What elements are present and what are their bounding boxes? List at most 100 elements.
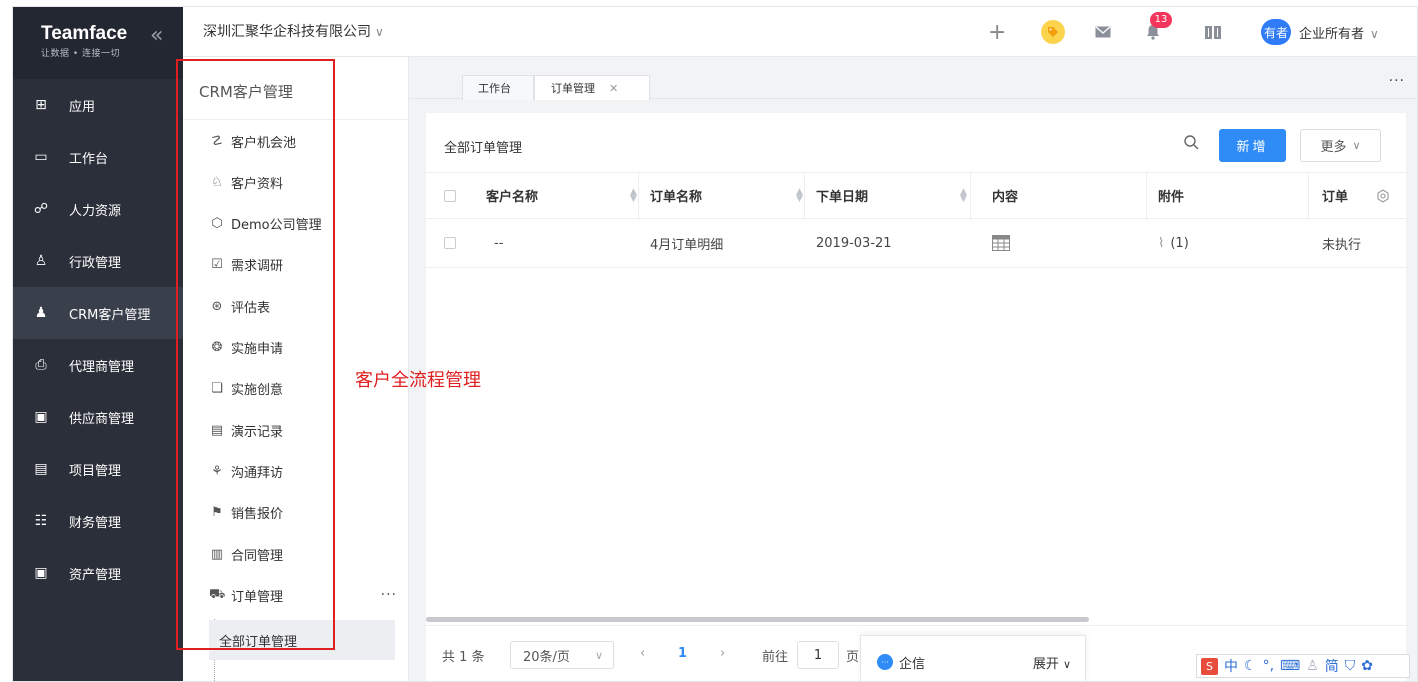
goto-label: 前往 (762, 650, 789, 665)
nav-item-label: 财务管理 (69, 515, 122, 531)
nav-item-2[interactable]: ☍ 人力资源 (13, 183, 183, 235)
column-header-customer[interactable]: 客户名称 ▲ ▼ (486, 173, 637, 218)
search-icon[interactable] (1184, 135, 1199, 154)
subnav-item-1[interactable]: ♘ 客户资料 (183, 162, 409, 202)
subnav-item-4[interactable]: ⊛ 评估表 (183, 286, 409, 326)
column-header-status[interactable]: 订单 (1322, 173, 1356, 218)
tab-bar: 工作台 订单管理 ✕ ··· (410, 57, 1417, 100)
people-icon: ☍ (33, 201, 49, 217)
tag-icon[interactable] (1041, 19, 1065, 45)
horizontal-scrollbar[interactable] (426, 617, 1089, 622)
brand: Teamface 让数据 • 连接一切 « (13, 7, 183, 79)
notification-badge: 13 (1150, 12, 1172, 28)
subnav-item-label: 实施创意 (231, 383, 284, 399)
column-label: 订单名称 (650, 190, 703, 205)
sort-icon[interactable]: ▲ ▼ (796, 187, 803, 203)
new-button[interactable]: 新增 (1219, 129, 1286, 162)
ime-lang-label[interactable]: 中 (1224, 656, 1238, 676)
expand-button[interactable]: 展开 ∨ (1033, 653, 1071, 672)
ime-toolbar[interactable]: S 中 ☾ °, ⌨ ♙ 简 ⛉ ✿ (1196, 654, 1410, 678)
chevron-down-icon: ∨ (375, 25, 384, 39)
column-label: 下单日期 (816, 190, 869, 205)
cell-date: 2019-03-21 (816, 235, 892, 251)
book-icon[interactable] (1205, 19, 1221, 45)
page-size-select[interactable]: 20条/页 ∨ (510, 641, 614, 669)
nav-item-7[interactable]: ▤ 项目管理 (13, 443, 183, 495)
skin-icon[interactable]: ⛉ (1345, 658, 1356, 674)
nav-item-9[interactable]: ▣ 资产管理 (13, 547, 183, 599)
more-button-label: 更多 (1320, 140, 1347, 155)
column-header-date[interactable]: 下单日期 ▲ ▼ (816, 173, 967, 218)
table-icon[interactable] (992, 219, 1010, 267)
next-page-icon[interactable]: › (720, 646, 725, 661)
mail-icon[interactable] (1095, 19, 1111, 45)
punctuation-icon[interactable]: °, (1263, 658, 1274, 674)
subnav-item-11[interactable]: ⛟ 订单管理 ··· (183, 575, 409, 615)
table-row[interactable]: -- 4月订单明细 2019-03-21 ⌇ (1) 未执行 (426, 219, 1406, 268)
subnav-item-label: 沟通拜访 (231, 465, 284, 481)
keyboard-icon[interactable]: ⌨ (1280, 658, 1300, 674)
subnav-item-7[interactable]: ▤ 演示记录 (183, 410, 409, 450)
subnav-item-9[interactable]: ⚑ 销售报价 (183, 493, 409, 533)
subnav-item-2[interactable]: ⬡ Demo公司管理 (183, 204, 409, 244)
nav-item-5[interactable]: ⎙ 代理商管理 (13, 339, 183, 391)
subnav-item-5[interactable]: ❂ 实施申请 (183, 328, 409, 368)
column-header-order-name[interactable]: 订单名称 ▲ ▼ (650, 173, 803, 218)
more-button[interactable]: 更多 ∨ (1300, 129, 1381, 162)
nav-item-label: 资产管理 (69, 567, 122, 583)
subnav-item-10[interactable]: ▥ 合同管理 (183, 534, 409, 574)
prev-page-icon[interactable]: ‹ (640, 646, 645, 661)
sort-icon[interactable]: ▲ ▼ (630, 187, 637, 203)
company-switcher[interactable]: 深圳汇聚华企科技有限公司 ∨ (203, 21, 384, 41)
more-icon[interactable]: ··· (381, 587, 397, 603)
avatar[interactable]: 有者 (1261, 19, 1291, 45)
sogou-icon[interactable]: S (1201, 657, 1218, 675)
subnav-item-icon: ▤ (210, 422, 224, 438)
subnav-item-3[interactable]: ☑ 需求调研 (183, 245, 409, 285)
close-icon[interactable]: ✕ (609, 82, 618, 95)
plus-icon[interactable]: + (988, 19, 1006, 45)
goto-page-input[interactable]: 1 (797, 641, 839, 669)
attachment-count: (1) (1170, 235, 1189, 251)
cell-customer: -- (494, 235, 504, 251)
nav-item-6[interactable]: ▣ 供应商管理 (13, 391, 183, 443)
column-header-content[interactable]: 内容 (992, 173, 1018, 218)
more-icon[interactable]: ··· (1389, 73, 1405, 89)
attachment-link[interactable]: ⌇ (1) (1158, 219, 1189, 267)
moon-icon[interactable]: ☾ (1244, 658, 1257, 674)
cell-order-name[interactable]: 4月订单明细 (650, 219, 723, 267)
nav-item-1[interactable]: ▭ 工作台 (13, 131, 183, 183)
ime-simplified-label[interactable]: 简 (1325, 656, 1339, 676)
page-number[interactable]: 1 (678, 646, 687, 661)
collapse-icon[interactable]: « (150, 25, 163, 47)
person-icon[interactable]: ♙ (1306, 658, 1319, 674)
user-menu[interactable]: 企业所有者 ∨ (1299, 23, 1379, 42)
nav-item-8[interactable]: ☷ 财务管理 (13, 495, 183, 547)
subnav-item-label: 销售报价 (231, 507, 284, 523)
row-checkbox[interactable] (444, 219, 456, 267)
nav-item-3[interactable]: ♙ 行政管理 (13, 235, 183, 287)
page-size-value: 20条/页 (523, 649, 570, 665)
nav-item-label: CRM客户管理 (69, 307, 151, 323)
subnav-item-0[interactable]: ☡ 客户机会池 (183, 121, 409, 161)
column-label: 订单 (1322, 190, 1349, 205)
subnav-item-label: 演示记录 (231, 424, 284, 440)
bell-icon[interactable]: 13 (1138, 12, 1172, 45)
admin-icon: ♙ (34, 253, 48, 269)
tab-workbench[interactable]: 工作台 (462, 75, 534, 100)
column-label: 内容 (992, 190, 1019, 205)
sort-icon[interactable]: ▲ ▼ (960, 187, 967, 203)
logo: Teamface (41, 23, 128, 44)
subnav-item-label: 评估表 (231, 300, 271, 316)
settings-icon[interactable]: ✿ (1361, 658, 1373, 674)
qixin-chat-bar[interactable]: ··· 企信 展开 ∨ (860, 635, 1086, 681)
tab-orders[interactable]: 订单管理 ✕ (534, 75, 650, 100)
subnav-item-all-orders[interactable]: 全部订单管理 (209, 620, 395, 660)
column-header-attachment[interactable]: 附件 (1158, 173, 1184, 218)
nav-item-0[interactable]: ⊞ 应用 (13, 79, 183, 131)
select-all-checkbox[interactable] (444, 173, 456, 218)
settings-icon[interactable] (1376, 173, 1390, 218)
subnav-item-8[interactable]: ⚘ 沟通拜访 (183, 451, 409, 491)
nav-item-4[interactable]: ♟ CRM客户管理 (13, 287, 183, 339)
subnav-item-label: Demo公司管理 (231, 218, 322, 234)
